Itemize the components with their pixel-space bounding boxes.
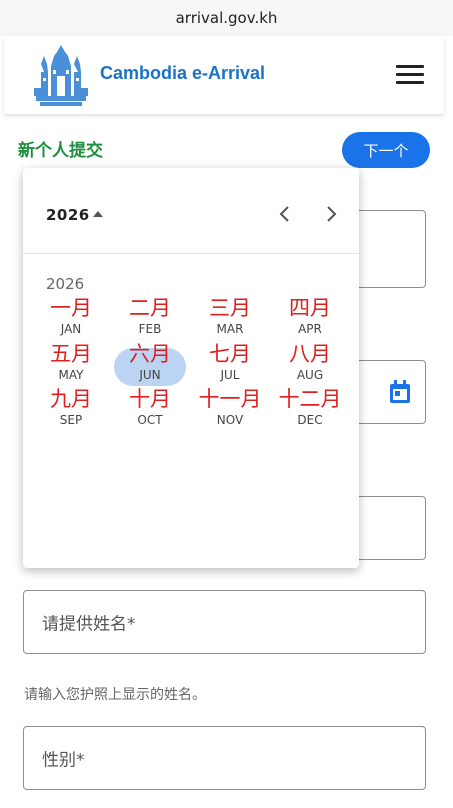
hamburger-menu-icon[interactable] (396, 65, 424, 85)
month-english-label: MAR (216, 322, 244, 336)
given-name-label: 请提供姓名* (42, 614, 136, 635)
gender-label: 性别* (42, 750, 85, 771)
chevron-left-icon[interactable] (275, 204, 295, 224)
month-chinese-label: 五月 (50, 342, 92, 366)
month-english-label: SEP (59, 413, 83, 427)
gender-field[interactable]: 性别* (23, 726, 426, 790)
month-cell-dec[interactable]: 十二月 DEC (274, 387, 346, 429)
month-chinese-label: 六月 (129, 342, 171, 366)
caret-up-icon[interactable] (93, 211, 103, 217)
calendar-icon[interactable] (389, 380, 411, 404)
grid-year-label: 2026 (46, 275, 85, 293)
month-chinese-label: 一月 (50, 296, 92, 320)
month-english-label: MAY (58, 368, 84, 382)
month-cell-oct[interactable]: 十月 OCT (114, 387, 186, 429)
month-chinese-label: 十月 (129, 387, 171, 411)
month-english-label: FEB (138, 322, 162, 336)
month-chinese-label: 十二月 (278, 387, 342, 411)
month-cell-apr[interactable]: 四月 APR (274, 296, 346, 338)
month-english-label: DEC (297, 413, 323, 427)
month-english-label: OCT (137, 413, 163, 427)
month-cell-sep[interactable]: 九月 SEP (35, 387, 107, 429)
name-helper-text: 请输入您护照上显示的姓名。 (24, 687, 206, 703)
month-cell-jun[interactable]: 六月 JUN (114, 342, 186, 386)
month-chinese-label: 七月 (209, 342, 251, 366)
divider (23, 253, 359, 254)
month-cell-aug[interactable]: 八月 AUG (274, 342, 346, 384)
month-chinese-label: 十一月 (198, 387, 262, 411)
angkor-logo-icon (34, 45, 88, 106)
month-chinese-label: 九月 (50, 387, 92, 411)
month-chinese-label: 三月 (209, 296, 251, 320)
given-name-field[interactable]: 请提供姓名* (23, 590, 426, 654)
year-toggle[interactable]: 2026 (46, 206, 90, 224)
month-english-label: AUG (296, 368, 324, 382)
month-chinese-label: 二月 (129, 296, 171, 320)
month-cell-jan[interactable]: 一月 JAN (35, 296, 107, 338)
brand-name[interactable]: Cambodia e-Arrival (100, 63, 265, 84)
chevron-right-icon[interactable] (321, 204, 341, 224)
month-chinese-label: 四月 (289, 296, 331, 320)
month-english-label: NOV (216, 413, 244, 427)
month-chinese-label: 八月 (289, 342, 331, 366)
month-english-label: JUL (220, 368, 240, 382)
month-english-label: JAN (60, 322, 82, 336)
url-text: arrival.gov.kh (175, 9, 278, 27)
next-button[interactable]: 下一个 (342, 132, 430, 168)
month-cell-nov[interactable]: 十一月 NOV (194, 387, 266, 429)
month-cell-may[interactable]: 五月 MAY (35, 342, 107, 384)
month-cell-feb[interactable]: 二月 FEB (114, 296, 186, 338)
month-picker-popup: 2026 2026 一月 JAN 二月 FEB 三月 MAR 四月 APR 五月 MAY 六月 JUN… (23, 168, 359, 568)
month-cell-jul[interactable]: 七月 JUL (194, 342, 266, 384)
month-cell-mar[interactable]: 三月 MAR (194, 296, 266, 338)
month-english-label: APR (298, 322, 322, 336)
page-subtitle: 新个人提交 (18, 141, 103, 161)
month-english-label: JUN (139, 368, 161, 382)
url-bar[interactable]: arrival.gov.kh (0, 0, 453, 36)
site-header: Cambodia e-Arrival (4, 36, 444, 114)
